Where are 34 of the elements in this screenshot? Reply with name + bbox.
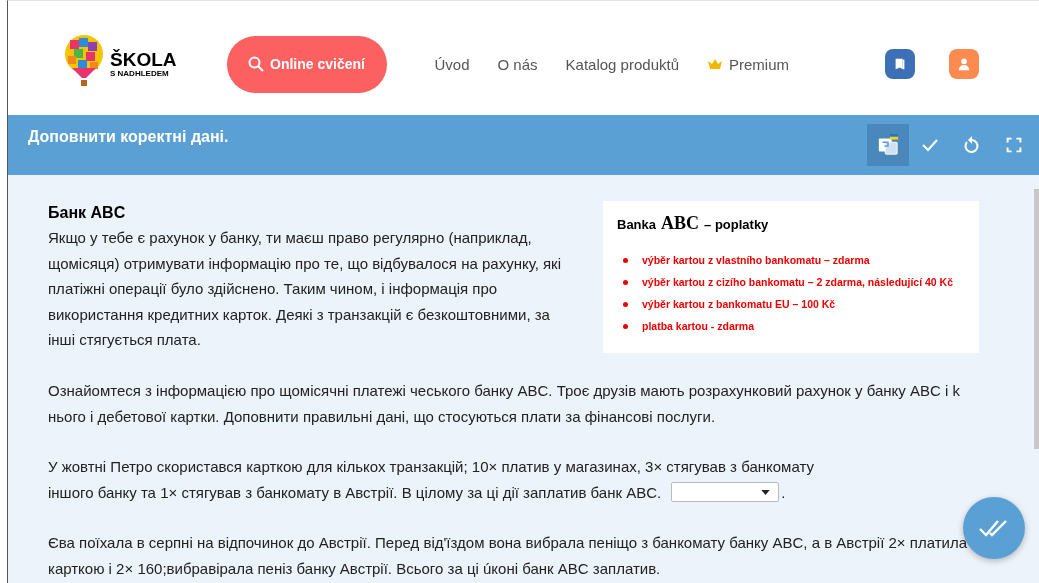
task-paragraph: Ознайомтеся з інформацією про щомісячні платежі чеського банку ABC. Троє друзів мають розрахунковий рахунок у банку ABC і k нього і дебетової картки. Доповнити правильні дані, що стосуються плати за фінансові послуги. — [48, 381, 962, 427]
answer-dropdown[interactable] — [671, 482, 780, 503]
search-icon — [248, 56, 265, 72]
nav-link[interactable]: Premium — [707, 55, 789, 73]
nav-link[interactable]: Katalog produktů — [565, 55, 679, 73]
scrollbar[interactable] — [1034, 189, 1039, 449]
exercise-title: Доповнити коректні дані. — [28, 128, 229, 146]
card-title-suffix: – poplatky — [704, 217, 769, 232]
task-paragraph: Єва поїхала в серпні на відпочинок до Австрії. Перед від'їздом вона вибрала пеніщо з банкомату банку ABC, а в Австрії 2× платила карткою і 2× 160;вибравірала пеніз банку Австрії. Всього за ці úконі банк ABC заплатив. — [48, 533, 969, 579]
logo-subtitle: S NADHLEDEM — [110, 69, 170, 78]
fee-item: výběr kartou z vlastního bankomatu – zdarma — [642, 254, 870, 266]
bullet-icon — [623, 323, 628, 329]
task-paragraph: іншого банку та 1× стягував з банкомату в Австрії. В цілому за ці дії заплатив банк ABC. — [48, 482, 662, 503]
double-check-icon — [978, 518, 1010, 538]
fee-item: platba kartou - zdarma — [642, 320, 755, 332]
card-title-brand: ABC — [661, 213, 700, 234]
bullet-icon — [623, 257, 628, 263]
intro-paragraph: Якщо у тебе є рахунок у банку, ти маєш право регулярно (наприклад, щомісяця) отримувати інформацію про те, що відбувалося на рахунку, які платіжні операції було здійснено. Таким чином, і інформація про використання кредитних карток. Деякі з транзакцій є безкоштовними, за інші стягується плата. — [48, 228, 562, 350]
bullet-icon — [623, 279, 628, 285]
fee-item: výběr kartou z bankomatu EU – 100 Kč — [642, 298, 836, 310]
fee-item: výběr kartou z cizího bankomatu – 2 zdarma, následující 40 Kč — [642, 276, 954, 288]
task-paragraph: У жовтні Петро скористався карткою для кількох транзакцій; 10× платив у магазинах, 3× стягував з банкомату — [48, 457, 815, 477]
book-icon[interactable] — [885, 49, 915, 79]
logo-title: ŠKOLA — [110, 50, 177, 69]
translate-icon[interactable] — [867, 124, 909, 166]
section-heading: Банк ABC — [48, 203, 127, 223]
nav-link[interactable]: Úvod — [434, 55, 470, 73]
crown-icon — [707, 58, 723, 70]
caret-icon — [761, 489, 771, 495]
nav-link[interactable]: O nás — [497, 55, 538, 73]
user-icon[interactable] — [949, 49, 979, 79]
sentence-end: . — [781, 482, 786, 503]
bullet-icon — [623, 301, 628, 307]
card-title: Banka — [617, 217, 657, 232]
